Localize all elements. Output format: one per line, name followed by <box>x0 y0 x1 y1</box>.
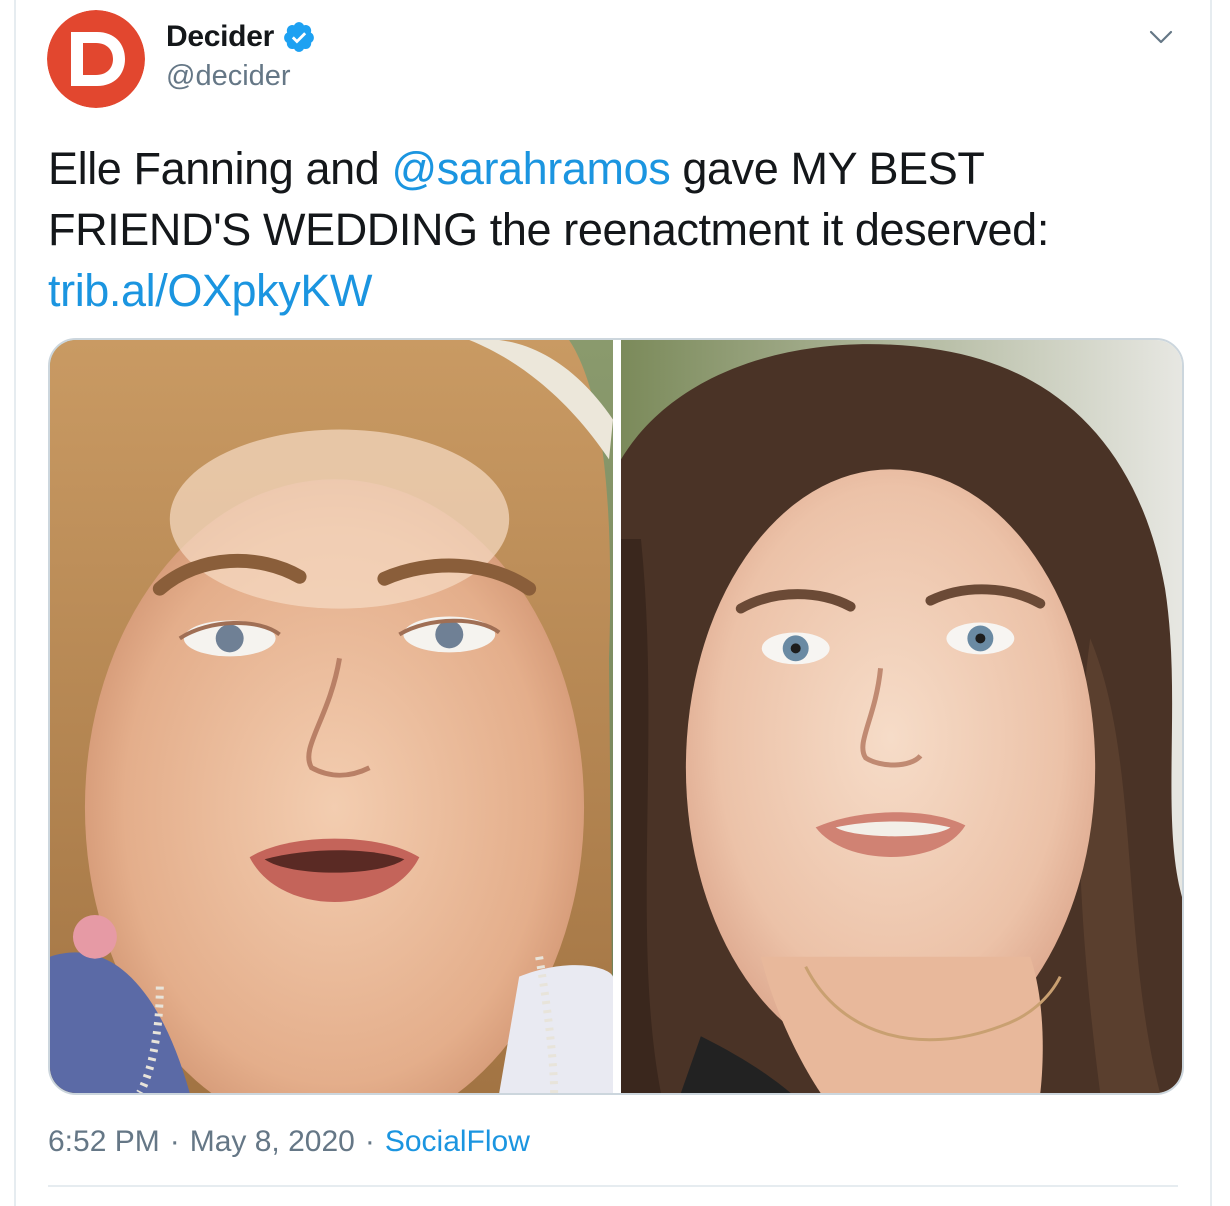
tweet-media <box>48 338 1184 1095</box>
verified-badge-icon <box>284 22 314 52</box>
media-image-right[interactable] <box>620 340 1182 1093</box>
author-handle[interactable]: @decider <box>166 60 291 93</box>
tweet-card: Decider @decider Elle Fanning and @sarah… <box>14 0 1212 1206</box>
tweet-source-link[interactable]: SocialFlow <box>385 1125 530 1159</box>
tweet-text-prefix: Elle Fanning and <box>48 143 392 194</box>
tweet-time[interactable]: 6:52 PM <box>48 1125 160 1159</box>
tweet-meta: 6:52 PM · May 8, 2020 · SocialFlow <box>48 1125 530 1159</box>
tweet-menu-button[interactable] <box>1146 22 1176 52</box>
media-image-left[interactable] <box>50 340 613 1093</box>
meta-separator-1: · <box>169 1125 180 1158</box>
chevron-down-icon <box>1149 30 1173 44</box>
woman-with-short-blonde-hair-photo <box>50 340 613 1093</box>
url-link[interactable]: trib.al/OXpkyKW <box>48 265 372 316</box>
decider-d-logo-icon <box>47 10 145 108</box>
meta-separator-2: · <box>364 1125 375 1158</box>
mention-link[interactable]: @sarahramos <box>391 143 670 194</box>
author-name-row[interactable]: Decider <box>166 20 316 54</box>
footer-divider <box>48 1185 1178 1187</box>
tweet-date[interactable]: May 8, 2020 <box>190 1125 355 1159</box>
tweet-text: Elle Fanning and @sarahramos gave MY BES… <box>48 138 1188 321</box>
woman-with-curly-brown-hair-photo <box>620 340 1182 1093</box>
media-divider <box>613 340 621 1093</box>
author-avatar[interactable] <box>47 10 145 108</box>
author-display-name[interactable]: Decider <box>166 20 274 54</box>
